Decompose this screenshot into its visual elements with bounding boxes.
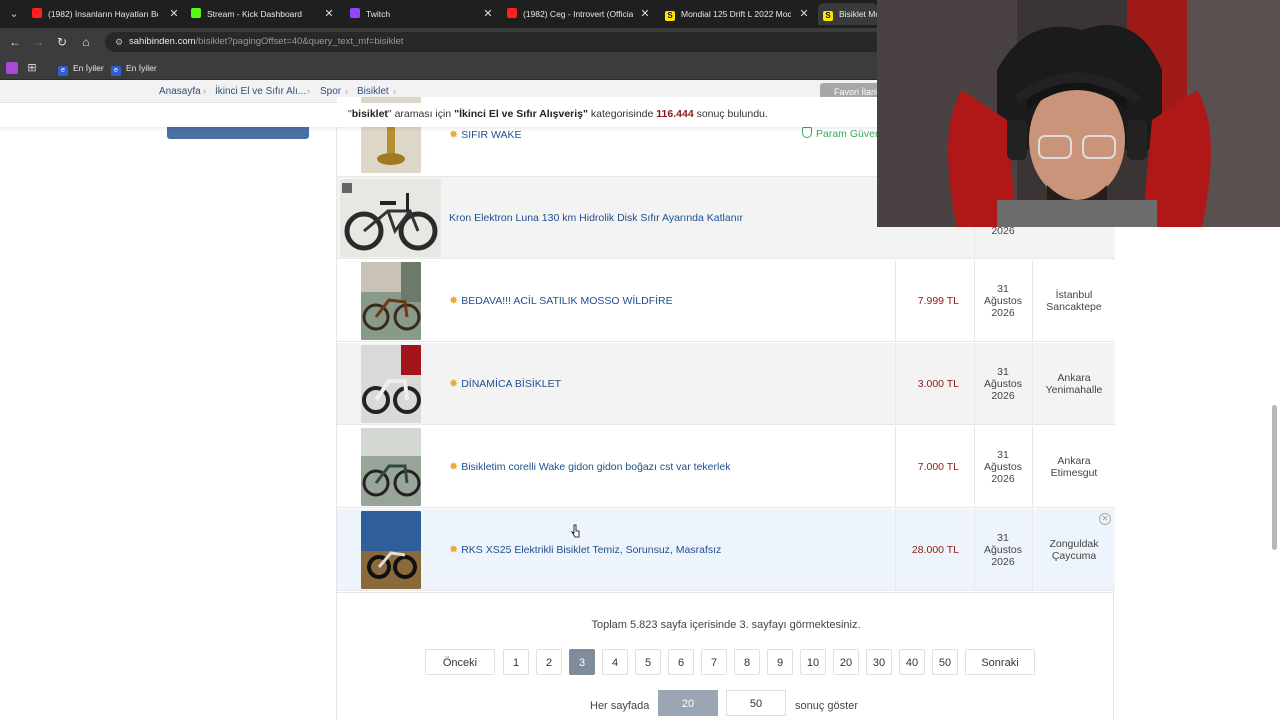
forward-icon[interactable]: → bbox=[29, 33, 47, 51]
bookmark-icon: e bbox=[111, 66, 121, 76]
listing-price: 7.999 TL bbox=[895, 260, 973, 342]
sahibinden-icon: S bbox=[665, 11, 675, 21]
per-page-suffix: sonuç göster bbox=[795, 700, 858, 712]
breadcrumb-separator: › bbox=[203, 86, 206, 96]
featured-star-icon: ✸ bbox=[449, 295, 459, 307]
table-row[interactable]: ✸ Bisikletim corelli Wake gidon gidon boğ… bbox=[337, 426, 1115, 508]
featured-star-icon: ✸ bbox=[449, 378, 459, 390]
page-1-button[interactable]: 1 bbox=[503, 649, 529, 675]
listing-title-link[interactable]: ✸ RKS XS25 Elektrikli Bisiklet Temiz, Sor… bbox=[449, 509, 721, 591]
table-row[interactable]: ✸ BEDAVA!!! ACİL SATILIK MOSSO WİLDFİRE 7… bbox=[337, 260, 1115, 342]
page-4-button[interactable]: 4 bbox=[602, 649, 628, 675]
breadcrumb-anasayfa[interactable]: Anasayfa bbox=[159, 80, 201, 103]
page-8-button[interactable]: 8 bbox=[734, 649, 760, 675]
page-30-button[interactable]: 30 bbox=[866, 649, 892, 675]
close-icon[interactable]: ✕ bbox=[323, 3, 335, 25]
listing-thumbnail[interactable] bbox=[361, 511, 421, 589]
youtube-icon bbox=[507, 8, 517, 18]
listing-price: 3.000 TL bbox=[895, 343, 973, 425]
close-icon[interactable]: ✕ bbox=[482, 3, 494, 25]
page-7-button[interactable]: 7 bbox=[701, 649, 727, 675]
listing-title-link[interactable]: Kron Elektron Luna 130 km Hidrolik Disk … bbox=[449, 177, 743, 259]
app-icon[interactable] bbox=[6, 62, 18, 74]
tab-twitch[interactable]: Twitch ✕ bbox=[350, 3, 494, 25]
close-icon[interactable]: ✕ bbox=[798, 3, 810, 25]
listing-location: İstanbul Sancaktepe bbox=[1032, 260, 1115, 342]
page-6-button[interactable]: 6 bbox=[668, 649, 694, 675]
page-50-button[interactable]: 50 bbox=[932, 649, 958, 675]
apps-grid-icon[interactable]: ⊞ bbox=[26, 62, 38, 74]
listing-location: Ankara Yenimahalle bbox=[1032, 343, 1115, 425]
listing-title-link[interactable]: ✸ Bisikletim corelli Wake gidon gidon boğ… bbox=[449, 426, 730, 508]
back-icon[interactable]: ← bbox=[6, 33, 24, 51]
kick-icon bbox=[191, 8, 201, 18]
listing-thumbnail[interactable] bbox=[361, 428, 421, 506]
featured-star-icon: ✸ bbox=[449, 129, 459, 141]
tab-bisiklet[interactable]: S Bisiklet Mo bbox=[818, 3, 878, 25]
listing-date: 31 Ağustos 2026 bbox=[974, 343, 1031, 425]
listing-date: 31 Ağustos 2026 bbox=[974, 426, 1031, 508]
featured-star-icon: ✸ bbox=[449, 544, 459, 556]
site-info-icon[interactable]: ⚙ bbox=[112, 35, 126, 49]
shield-icon bbox=[802, 127, 812, 138]
page-2-button[interactable]: 2 bbox=[536, 649, 562, 675]
page-5-button[interactable]: 5 bbox=[635, 649, 661, 675]
prev-page-button[interactable]: Önceki bbox=[425, 649, 495, 675]
page-summary: Toplam 5.823 sayfa içerisinde 3. sayfayı… bbox=[591, 619, 861, 631]
listing-title-link[interactable]: ✸ BEDAVA!!! ACİL SATILIK MOSSO WİLDFİRE bbox=[449, 260, 673, 342]
address-bar[interactable]: ⚙ sahibinden.com/bisiklet?pagingOffset=4… bbox=[105, 32, 885, 52]
reload-icon[interactable]: ↻ bbox=[53, 33, 71, 51]
listing-thumbnail[interactable] bbox=[361, 262, 421, 340]
close-icon[interactable]: ✕ bbox=[639, 3, 651, 25]
result-summary: "bisiklet" araması için "İkinci El ve Sı… bbox=[348, 108, 768, 120]
page-9-button[interactable]: 9 bbox=[767, 649, 793, 675]
listing-price: 7.000 TL bbox=[895, 426, 973, 508]
featured-star-icon: ✸ bbox=[449, 461, 459, 473]
breadcrumb-category[interactable]: İkinci El ve Sıfır Alı... bbox=[215, 80, 306, 103]
listing-location: Ankara Etimesgut bbox=[1032, 426, 1115, 508]
home-icon[interactable]: ⌂ bbox=[77, 33, 95, 51]
youtube-icon bbox=[32, 8, 42, 18]
listing-date: 31 Ağustos 2026 bbox=[974, 509, 1031, 591]
url-text[interactable]: sahibinden.com/bisiklet?pagingOffset=40&… bbox=[129, 32, 403, 52]
next-page-button[interactable]: Sonraki bbox=[965, 649, 1035, 675]
param-guvende-badge: Param Güven bbox=[802, 127, 881, 140]
bookmark-icon: e bbox=[58, 66, 68, 76]
tab-search-chevron-icon[interactable]: ⌄ bbox=[6, 6, 22, 22]
page-40-button[interactable]: 40 bbox=[899, 649, 925, 675]
page-10-button[interactable]: 10 bbox=[800, 649, 826, 675]
page-3-button[interactable]: 3 bbox=[569, 649, 595, 675]
tab-youtube-2[interactable]: (1982) Ceg - Introvert (Official ✕ bbox=[507, 3, 651, 25]
breadcrumb-separator: › bbox=[307, 86, 310, 96]
listing-title-link[interactable]: ✸ DİNAMİCA BİSİKLET bbox=[449, 343, 561, 425]
tab-mondial[interactable]: S Mondial 125 Drift L 2022 Mode ✕ bbox=[665, 3, 810, 25]
tab-youtube-1[interactable]: (1982) İnsanların Hayatları Boyu ✕ bbox=[32, 3, 180, 25]
bookmark-en-iyiler-1[interactable]: e En İyiler bbox=[58, 56, 104, 80]
webcam-video bbox=[877, 0, 1280, 227]
close-icon[interactable]: ✕ bbox=[168, 3, 180, 25]
listing-thumbnail[interactable] bbox=[361, 345, 421, 423]
bookmark-en-iyiler-2[interactable]: e En İyiler bbox=[111, 56, 157, 80]
pagination-area: Toplam 5.823 sayfa içerisinde 3. sayfayı… bbox=[336, 592, 1114, 720]
per-page-50-button[interactable]: 50 bbox=[726, 690, 786, 716]
per-page-label: Her sayfada bbox=[590, 700, 650, 712]
listing-thumbnail[interactable] bbox=[340, 179, 441, 257]
table-row[interactable]: ✸ DİNAMİCA BİSİKLET 3.000 TL 31 Ağustos 202… bbox=[337, 343, 1115, 425]
page-20-button[interactable]: 20 bbox=[833, 649, 859, 675]
per-page-20-button[interactable]: 20 bbox=[658, 690, 718, 716]
table-row[interactable]: ✸ RKS XS25 Elektrikli Bisiklet Temiz, Sor… bbox=[337, 509, 1115, 591]
sahibinden-icon: S bbox=[823, 11, 833, 21]
tab-kick-dashboard[interactable]: Stream - Kick Dashboard ✕ bbox=[191, 3, 335, 25]
webcam-overlay bbox=[877, 0, 1280, 227]
twitch-icon bbox=[350, 8, 360, 18]
mouse-cursor-icon bbox=[571, 524, 580, 538]
listing-date: 31 Ağustos 2026 bbox=[974, 260, 1031, 342]
close-icon[interactable]: ✕ bbox=[1099, 513, 1111, 525]
sidebar-search-button[interactable] bbox=[167, 125, 309, 139]
listing-price: 28.000 TL bbox=[895, 509, 973, 591]
scrollbar-thumb[interactable] bbox=[1272, 405, 1277, 550]
